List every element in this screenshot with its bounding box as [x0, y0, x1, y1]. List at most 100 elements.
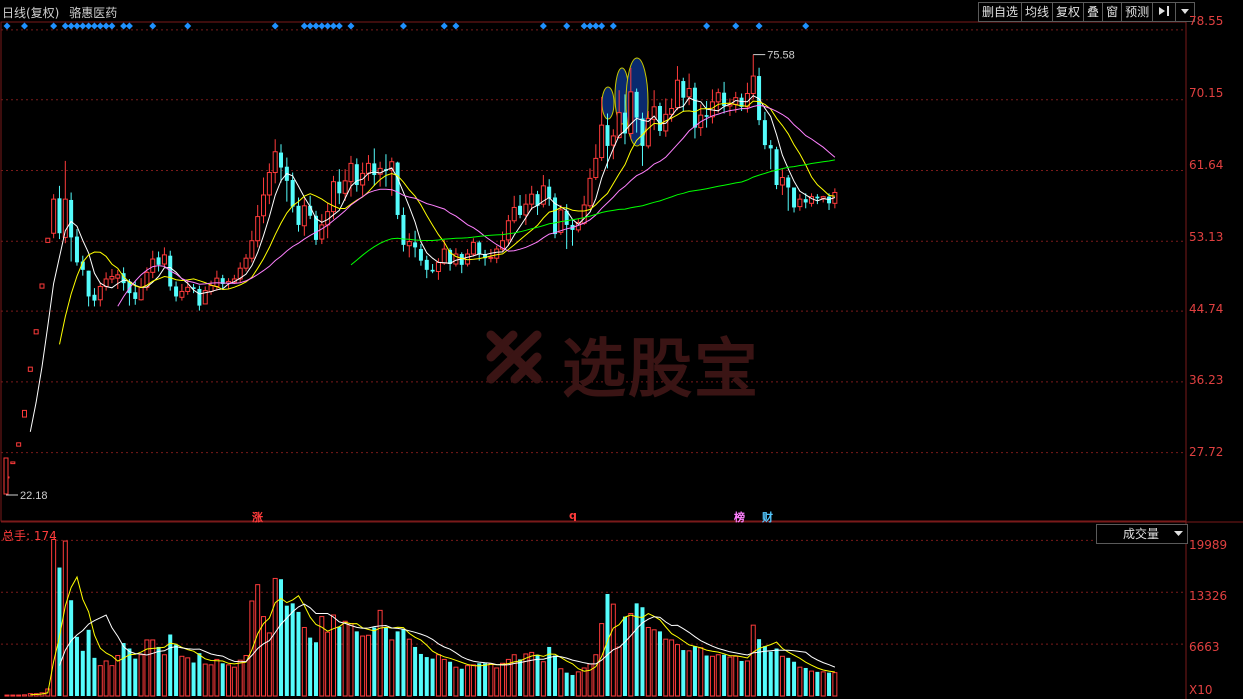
volume-bar [308, 637, 313, 696]
volume-tick: 13326 [1189, 589, 1228, 603]
candle-body [45, 237, 51, 243]
signal-diamond-icon [452, 22, 460, 30]
volume-bar [74, 636, 79, 696]
forecast-button[interactable]: 预测 [1122, 3, 1154, 21]
candle-body [319, 224, 325, 240]
volume-bar [231, 666, 237, 697]
candle-body [529, 193, 535, 205]
volume-bar [389, 639, 395, 697]
volume-bar [337, 626, 342, 696]
signal-diamond-icon [335, 22, 343, 30]
price-tick: 53.13 [1189, 230, 1224, 244]
candle-body [640, 118, 645, 146]
window-button[interactable]: 窗 [1103, 3, 1123, 21]
event-marker-financial[interactable]: 财 [762, 509, 773, 525]
candle-body [413, 242, 418, 248]
volume-bar [179, 655, 185, 697]
signal-diamond-icon [108, 22, 116, 30]
candle-body [74, 236, 79, 263]
volume-bar [237, 659, 243, 697]
pin-right-icon[interactable] [1153, 3, 1177, 21]
signal-diamond-icon [732, 22, 740, 30]
signal-diamond-icon [802, 22, 810, 30]
volume-bar [406, 638, 412, 697]
volume-bar [768, 651, 773, 696]
candle-body [605, 125, 610, 146]
volume-bar [616, 646, 622, 697]
candle-body [593, 157, 599, 179]
volume-bar [459, 668, 464, 696]
candle-body [505, 220, 511, 241]
volume-bar [185, 657, 191, 697]
candle-body [337, 181, 342, 194]
candle-body [418, 249, 423, 261]
volume-bar [477, 663, 482, 696]
volume-bar [750, 624, 756, 697]
price-tick: 78.55 [1189, 14, 1224, 28]
volume-bar [809, 670, 815, 697]
volume-bar [827, 672, 832, 696]
event-marker-q[interactable]: q [569, 509, 577, 522]
volume-bar [448, 661, 453, 696]
price-tick: 27.72 [1189, 445, 1224, 459]
candle-body [704, 115, 709, 117]
signal-diamond-icon [440, 22, 448, 30]
highlight-ellipse [601, 86, 615, 120]
moving-average-button[interactable]: 均线 [1022, 3, 1054, 21]
volume-bar [762, 646, 767, 696]
adjust-button[interactable]: 复权 [1053, 3, 1085, 21]
remove-watchlist-button[interactable]: 删自选 [979, 3, 1023, 21]
volume-bar [488, 663, 494, 697]
volume-bar [722, 654, 727, 696]
volume-bar [360, 635, 366, 697]
volume-bar [669, 639, 675, 697]
volume-bar [628, 612, 634, 697]
candle-body [92, 294, 97, 301]
candle-body [762, 120, 767, 146]
volume-total-label: 总手: 174 [2, 529, 57, 543]
watermark-logo-icon [486, 330, 542, 384]
volume-indicator-value: 成交量 [1123, 527, 1160, 541]
candle-body [290, 180, 295, 207]
event-marker-limit-up[interactable]: 涨 [252, 509, 263, 525]
volume-indicator-select[interactable]: 成交量 [1096, 524, 1188, 544]
volume-bar [686, 650, 692, 697]
candle-body [39, 283, 45, 289]
signal-diamond-icon [3, 22, 11, 30]
volume-bar [674, 644, 680, 697]
signal-diamond-icon [539, 22, 547, 30]
volume-bar [372, 627, 377, 696]
low-price-label: 22.18 [20, 490, 48, 502]
candle-body [197, 288, 202, 306]
candle-body [547, 186, 552, 199]
signal-diamond-icon [50, 22, 58, 30]
volume-bar [301, 626, 307, 697]
volume-bar [10, 694, 16, 697]
volume-bar [97, 665, 103, 697]
candle-body [406, 241, 412, 247]
price-tick: 61.64 [1189, 158, 1224, 172]
volume-bar [290, 603, 295, 696]
candle-body [97, 285, 103, 301]
volume-bar [69, 600, 74, 696]
volume-bar [441, 658, 447, 697]
event-marker-ranking[interactable]: 榜 [734, 509, 745, 525]
volume-bar [792, 661, 797, 696]
candle-body [634, 91, 639, 118]
candle-body [657, 105, 662, 131]
high-price-label: 75.58 [767, 50, 795, 62]
candle-body [266, 172, 272, 196]
candles-layer [4, 54, 838, 479]
volume-bar [272, 577, 278, 697]
candle-body [715, 92, 721, 103]
volume-bar [214, 658, 220, 697]
volume-bar [704, 655, 709, 696]
overlay-button[interactable]: 叠 [1084, 3, 1104, 21]
volume-bar [645, 626, 651, 697]
candle-body [774, 149, 779, 186]
candle-body [815, 196, 820, 199]
candle-body [342, 180, 348, 194]
volume-bar [774, 648, 779, 696]
volume-bar [133, 658, 138, 696]
candle-body [470, 241, 476, 255]
